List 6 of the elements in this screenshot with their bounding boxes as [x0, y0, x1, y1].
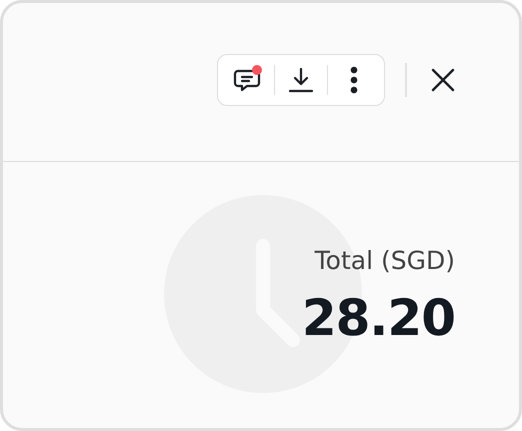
total-amount: 28.20: [302, 289, 455, 347]
download-icon: [286, 65, 316, 95]
notification-dot: [252, 65, 262, 75]
close-icon: [430, 67, 456, 93]
more-icon: [348, 65, 360, 95]
total-label: Total (SGD): [314, 246, 455, 275]
